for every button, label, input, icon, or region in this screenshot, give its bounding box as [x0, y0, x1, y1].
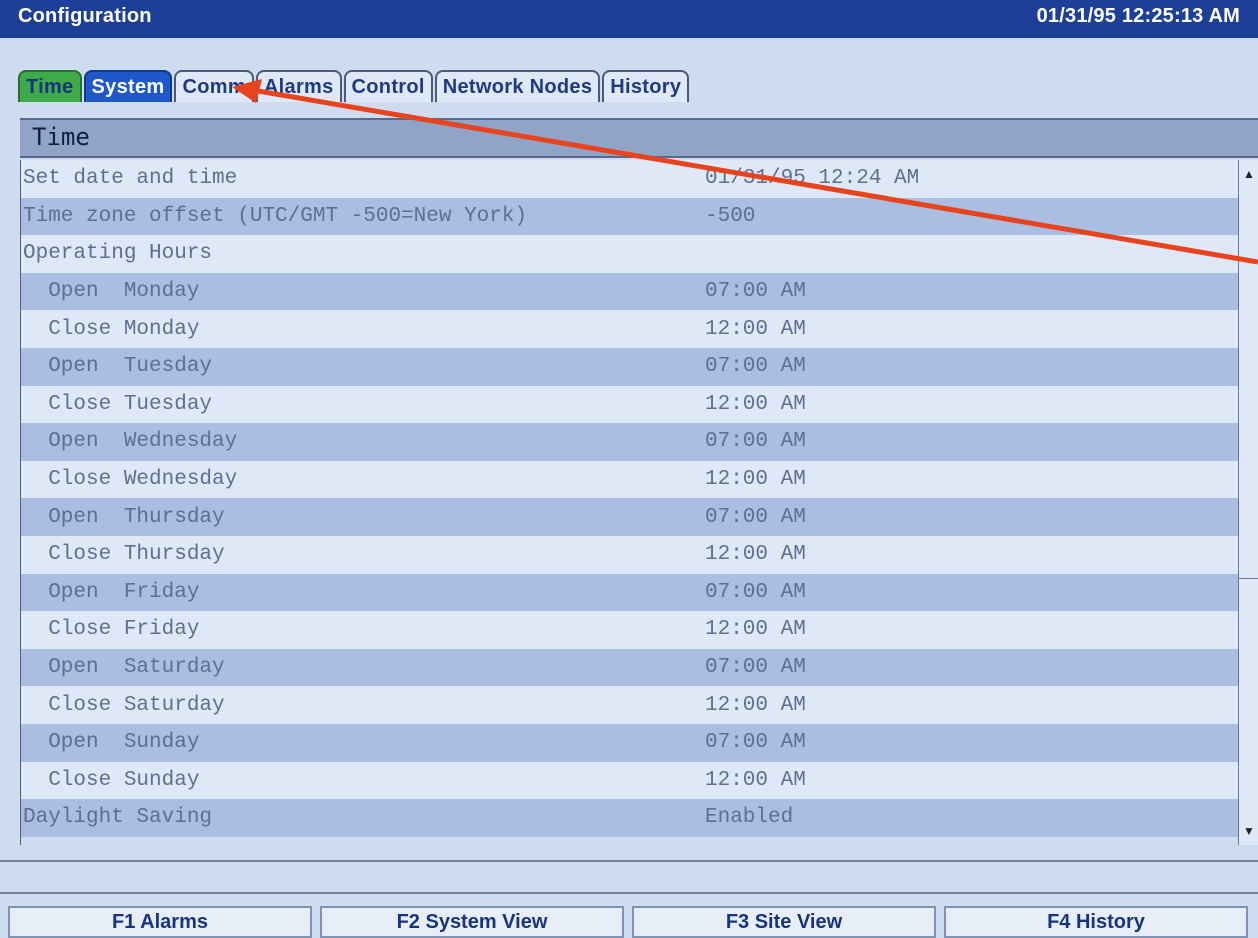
- setting-label: Time zone offset (UTC/GMT -500=New York): [23, 204, 528, 228]
- list-item[interactable]: Close Sunday 12:00 AM: [21, 761, 1239, 800]
- setting-value: 12:00 AM: [705, 693, 806, 717]
- setting-value: 07:00 AM: [705, 280, 806, 304]
- setting-label: Open Friday: [23, 580, 200, 604]
- setting-value: 07:00 AM: [705, 430, 806, 454]
- setting-value: 01/31/95 12:24 AM: [705, 167, 920, 191]
- scrollbar-thumb-edge: [1239, 578, 1258, 579]
- list-item[interactable]: Open Thursday 07:00 AM: [21, 498, 1239, 536]
- setting-label: Close Monday: [23, 317, 200, 341]
- setting-label: Open Thursday: [23, 505, 225, 529]
- list-item[interactable]: Close Wednesday 12:00 AM: [21, 460, 1239, 499]
- setting-value: 12:00 AM: [705, 392, 806, 416]
- tab-control[interactable]: Control: [343, 70, 433, 102]
- list-item[interactable]: Close Tuesday 12:00 AM: [21, 385, 1239, 424]
- setting-label: Set date and time: [23, 167, 238, 191]
- window-title: Configuration: [18, 5, 152, 27]
- settings-list: Set date and time 01/31/95 12:24 AM Time z…: [20, 160, 1239, 845]
- setting-label: Close Sunday: [23, 768, 200, 792]
- tab-alarms[interactable]: Alarms: [255, 70, 342, 102]
- tab-history[interactable]: History: [602, 70, 690, 102]
- setting-label: Open Tuesday: [23, 355, 213, 379]
- arrow-down-icon[interactable]: ▼: [1239, 819, 1258, 843]
- list-item[interactable]: Open Sunday 07:00 AM: [21, 723, 1239, 762]
- list-item[interactable]: Open Wednesday 07:00 AM: [21, 423, 1239, 461]
- setting-value: 07:00 AM: [705, 505, 806, 529]
- f3-site-view-button[interactable]: F3 Site View: [632, 906, 936, 938]
- list-item[interactable]: Open Friday 07:00 AM: [21, 573, 1239, 612]
- status-bar: [0, 860, 1258, 894]
- f1-alarms-button[interactable]: F1 Alarms: [8, 906, 312, 938]
- tab-comm[interactable]: Comm: [174, 70, 254, 102]
- setting-value: -500: [705, 204, 756, 228]
- list-item[interactable]: Close Monday 12:00 AM: [21, 310, 1239, 348]
- f2-system-view-button[interactable]: F2 System View: [320, 906, 624, 938]
- setting-value: 12:00 AM: [705, 768, 806, 792]
- setting-label: Open Saturday: [23, 656, 225, 680]
- section-header: Time: [20, 118, 1258, 158]
- setting-value: 07:00 AM: [705, 731, 806, 755]
- setting-value: 07:00 AM: [705, 656, 806, 680]
- list-item[interactable]: Operating Hours: [21, 235, 1239, 273]
- list-item[interactable]: Daylight Saving Enabled: [21, 799, 1239, 837]
- datetime-display: 01/31/95 12:25:13 AM: [1036, 5, 1240, 27]
- arrow-up-icon[interactable]: ▲: [1239, 162, 1258, 186]
- setting-label: Close Saturday: [23, 693, 225, 717]
- vertical-scrollbar[interactable]: ▲ ▼: [1238, 160, 1258, 845]
- setting-label: Operating Hours: [23, 242, 213, 266]
- setting-label: Close Friday: [23, 618, 200, 642]
- list-item[interactable]: Time zone offset (UTC/GMT -500=New York)…: [21, 197, 1239, 236]
- function-key-bar: F1 Alarms F2 System View F3 Site View F4…: [0, 906, 1258, 938]
- tab-system[interactable]: System: [83, 70, 173, 102]
- setting-label: Close Wednesday: [23, 468, 238, 492]
- setting-label: Open Monday: [23, 280, 200, 304]
- setting-label: Close Thursday: [23, 543, 225, 567]
- setting-label: Close Tuesday: [23, 392, 213, 416]
- setting-label: Open Wednesday: [23, 430, 238, 454]
- setting-value: 12:00 AM: [705, 317, 806, 341]
- list-item[interactable]: Open Tuesday 07:00 AM: [21, 347, 1239, 386]
- setting-value: 12:00 AM: [705, 468, 806, 492]
- setting-value: 12:00 AM: [705, 618, 806, 642]
- list-item[interactable]: Close Thursday 12:00 AM: [21, 535, 1239, 574]
- title-bar: Configuration 01/31/95 12:25:13 AM: [0, 0, 1258, 38]
- tab-time[interactable]: Time: [18, 70, 82, 102]
- tab-strip: Time System Comm Alarms Control Network …: [18, 64, 690, 102]
- setting-value: 12:00 AM: [705, 543, 806, 567]
- list-item[interactable]: Set date and time 01/31/95 12:24 AM: [21, 160, 1239, 198]
- list-item[interactable]: Open Monday 07:00 AM: [21, 272, 1239, 311]
- setting-value: Enabled: [705, 806, 794, 830]
- setting-label: Open Sunday: [23, 731, 200, 755]
- tab-network-nodes[interactable]: Network Nodes: [434, 70, 601, 102]
- f4-history-button[interactable]: F4 History: [944, 906, 1248, 938]
- setting-label: Daylight Saving: [23, 806, 213, 830]
- list-item[interactable]: Close Saturday 12:00 AM: [21, 686, 1239, 724]
- list-item[interactable]: Close Friday 12:00 AM: [21, 611, 1239, 649]
- setting-value: 07:00 AM: [705, 580, 806, 604]
- setting-value: 07:00 AM: [705, 355, 806, 379]
- list-item[interactable]: Open Saturday 07:00 AM: [21, 648, 1239, 687]
